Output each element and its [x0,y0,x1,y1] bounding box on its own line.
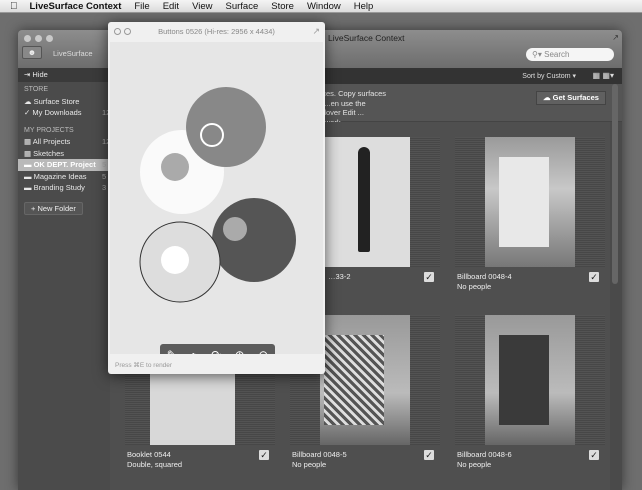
hide-label: Hide [32,70,48,79]
surface-card[interactable]: Billboard 0048-6 No people ✓ [455,315,605,485]
get-surfaces-button[interactable]: ☁ Get Surfaces [536,91,606,105]
zoom-out-icon[interactable]: ⊖ [258,348,268,354]
preview-image: ✎ ◐ ↷ ⊕ ⊖ [110,42,323,354]
preview-popup: Buttons 0526 (Hi-res: 2956 x 4434) ↗ ✎ ◐… [108,22,325,374]
scrollbar[interactable] [612,84,618,284]
menu-view[interactable]: View [192,1,212,12]
sidebar-item-magazine-ideas[interactable]: ▬ Magazine Ideas 5 [18,171,110,183]
label: Branding Study [33,183,85,192]
sort-label: Sort by Custom [522,73,571,80]
card-label: Billboard 0048-5 No people [292,450,347,470]
minimize-button[interactable] [35,35,42,42]
sidebar-item-all-projects[interactable]: ▦ All Projects 12 [18,136,110,148]
search-input[interactable]: ⚲▾ Search [526,48,614,61]
sidebar-item-sketches[interactable]: ▦ Sketches [18,148,110,160]
label: Get Surfaces [552,93,599,102]
store-header: STORE [24,86,48,93]
render-hint: Press ⌘E to render [115,362,173,369]
label: Surface Store [33,96,80,106]
sidebar-hide[interactable]: ⇥ Hide [18,68,110,82]
thumbnail-billboard [485,137,575,267]
grid-icon: ▦ [24,137,33,146]
menu-window[interactable]: Window [307,1,341,12]
contrast-icon[interactable]: ◐ [190,348,197,354]
label: Magazine Ideas [33,171,87,181]
card-subtitle: No people [292,460,327,469]
menu-surface[interactable]: Surface [225,1,258,12]
account-button[interactable]: ☻ [22,46,42,59]
expand-icon[interactable]: ↗ [312,26,320,37]
menu-help[interactable]: Help [354,1,374,12]
window-title: LiveSurface Context [328,33,405,43]
card-title: Billboard 0048-6 [457,450,512,459]
card-label: …33-2 [328,272,351,282]
checkbox[interactable]: ✓ [589,450,599,460]
cloud-icon: ☁ [24,96,34,106]
cloud-icon: ☁ [543,93,553,102]
search-placeholder: Search [544,50,570,59]
card-title: …33-2 [328,272,351,281]
grid-icon: ▦ [24,148,34,158]
folder-icon: ▬ [24,183,34,192]
user-icon: ☻ [27,48,37,57]
checkbox[interactable]: ✓ [424,272,434,282]
sort-dropdown[interactable]: Sort by Custom ▾ [522,72,576,80]
card-title: Billboard 0048-5 [292,450,347,459]
checkbox[interactable]: ✓ [259,450,269,460]
menu-store[interactable]: Store [271,1,294,12]
count: 5 [102,160,107,169]
sidebar-item-my-downloads[interactable]: ✓ My Downloads 12 [18,107,110,119]
account-name: LiveSurface [53,49,93,58]
thumbnail-billboard [485,315,575,445]
folder-icon: ▬ [24,160,34,169]
menu-bar:  LiveSurface Context File Edit View Sur… [0,0,642,13]
checkbox[interactable]: ✓ [424,450,434,460]
card-title: Booklet 0544 [127,450,171,459]
thumbnail-wine-bottle [320,137,410,267]
card-subtitle: Double, squared [127,460,183,469]
card-subtitle: No people [457,282,492,291]
card-label: Billboard 0048-6 No people [457,450,512,470]
sidebar-item-branding-study[interactable]: ▬ Branding Study 3 [18,182,110,194]
card-label: Billboard 0048-4 No people [457,272,512,292]
thumbnail-billboard [320,315,410,445]
large-grid-view-icon[interactable]: ▦▾ [602,71,614,80]
popup-title: Buttons 0526 (Hi-res: 2956 x 4434) [158,27,275,36]
grid-view-icon[interactable]: ▦ [592,71,600,80]
zoom-button[interactable] [46,35,53,42]
label: OK DEPT. Project [33,160,96,169]
card-label: Booklet 0544 Double, squared [127,450,182,470]
search-icon: ⚲▾ [532,50,545,59]
checkbox[interactable]: ✓ [589,272,599,282]
close-button[interactable] [24,35,31,42]
arrow-icon[interactable]: ↷ [211,348,221,354]
preview-toolbar: ✎ ◐ ↷ ⊕ ⊖ [160,344,275,354]
count: 5 [102,171,107,181]
label: My Downloads [32,108,82,117]
sidebar-item-surface-store[interactable]: ☁ Surface Store [18,96,110,108]
menu-edit[interactable]: Edit [163,1,179,12]
new-folder-button[interactable]: + New Folder [24,201,83,215]
surface-card[interactable]: Billboard 0048-4 No people ✓ [455,137,605,307]
label: New Folder [37,203,76,213]
buttons-mockup [139,87,296,303]
label: All Projects [32,137,71,146]
label: Sketches [33,148,65,158]
count: 3 [102,183,107,192]
projects-header: MY PROJECTS [24,126,74,134]
card-title: Billboard 0048-4 [457,272,512,281]
menu-file[interactable]: File [134,1,149,12]
fullscreen-icon[interactable]: ↗ [612,33,619,42]
menu-app[interactable]: LiveSurface Context [30,1,122,12]
card-subtitle: No people [457,460,492,469]
sidebar: ⇥ Hide STORE ☁ Surface Store ✓ My Downlo… [18,68,110,490]
pencil-icon[interactable]: ✎ [167,348,177,354]
apple-menu-icon[interactable]:  [10,1,18,12]
folder-icon: ▬ [24,171,34,181]
sidebar-item-ok-dept-project[interactable]: ▬ OK DEPT. Project 5 [18,159,110,171]
zoom-in-icon[interactable]: ⊕ [235,348,245,354]
